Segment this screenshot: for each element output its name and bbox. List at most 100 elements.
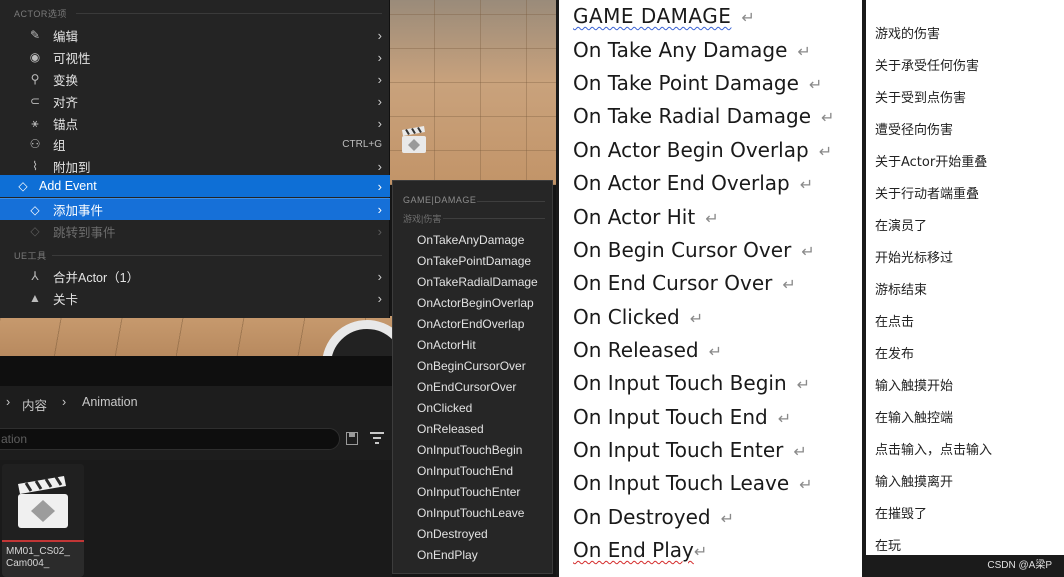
menu-item-label: 对齐 <box>53 95 79 110</box>
chevron-right-icon: › <box>377 27 382 43</box>
cn-item: 在发布 <box>875 347 915 362</box>
section-divider <box>477 201 545 202</box>
en-item: On End Play↵ <box>573 538 707 566</box>
return-icon: ↵ <box>793 442 807 461</box>
en-item: On Clicked ↵ <box>573 305 703 333</box>
level-sequence-icon[interactable] <box>398 124 430 156</box>
chevron-right-icon: › <box>6 395 11 409</box>
return-icon: ↵ <box>720 509 735 528</box>
submenu-item-on-end-play[interactable]: OnEndPlay <box>417 548 478 566</box>
level-viewport[interactable] <box>388 0 557 185</box>
save-icon[interactable] <box>346 432 358 445</box>
menu-item-transform[interactable]: ⚲ 变换 › <box>0 68 390 90</box>
submenu-item-on-end-cursor-over[interactable]: OnEndCursorOver <box>417 380 516 398</box>
submenu-item-on-begin-cursor-over[interactable]: OnBeginCursorOver <box>417 359 526 377</box>
submenu-item-on-take-point-damage[interactable]: OnTakePointDamage <box>417 254 531 272</box>
en-item-text: On Released <box>573 338 699 362</box>
return-icon: ↵ <box>821 108 835 127</box>
submenu-item-on-destroyed[interactable]: OnDestroyed <box>417 527 488 545</box>
return-icon: ↵ <box>799 475 813 494</box>
cn-item: 在演员了 <box>875 219 928 234</box>
menu-item-attach-to[interactable]: ⌇ 附加到 › <box>0 155 390 177</box>
menu-item-group[interactable]: ⚇ 组 CTRL+G <box>0 133 390 155</box>
cn-item: 开始光标移过 <box>875 251 954 266</box>
chevron-right-icon: › <box>62 395 67 409</box>
chevron-right-icon: › <box>377 71 382 87</box>
search-input[interactable]: ation <box>0 428 340 450</box>
menu-item-pivot[interactable]: ⚹ 锚点 › <box>0 112 390 134</box>
return-icon: ↵ <box>818 142 833 161</box>
menu-item-edit[interactable]: ✎ 编辑 › <box>0 24 390 46</box>
filter-icon[interactable] <box>370 432 384 444</box>
en-item-text: On End Cursor Over <box>573 271 773 295</box>
chevron-right-icon: › <box>377 115 382 131</box>
eye-icon: ◉ <box>29 50 41 64</box>
submenu-item-on-actor-begin-overlap[interactable]: OnActorBeginOverlap <box>417 296 534 314</box>
submenu-item-on-take-radial-damage[interactable]: OnTakeRadialDamage <box>417 275 538 293</box>
event-icon: ◇ <box>30 202 40 217</box>
return-icon: ↵ <box>689 309 704 328</box>
menu-item-merge-actors[interactable]: ⅄ 合并Actor（1） › <box>0 265 390 287</box>
en-item-text: On Take Any Damage <box>573 38 788 62</box>
submenu-item-on-input-touch-leave[interactable]: OnInputTouchLeave <box>417 506 524 524</box>
cn-item: 遭受径向伤害 <box>875 123 954 138</box>
return-icon: ↵ <box>799 175 814 194</box>
submenu-item-on-actor-hit[interactable]: OnActorHit <box>417 338 476 356</box>
asset-type-bar <box>2 540 84 542</box>
chevron-right-icon: › <box>377 202 382 217</box>
breadcrumb-item-animation[interactable]: Animation <box>82 395 138 409</box>
submenu-item-on-input-touch-end[interactable]: OnInputTouchEnd <box>417 464 513 482</box>
chevron-right-icon: › <box>377 158 382 174</box>
content-browser-assets: MM01_CS02_ Cam004_ <box>0 460 392 577</box>
merge-icon: ⅄ <box>31 269 39 283</box>
section-divider <box>76 13 382 14</box>
submenu-item-on-actor-end-overlap[interactable]: OnActorEndOverlap <box>417 317 524 335</box>
menu-item-add-event-en[interactable]: ◇ Add Event › <box>0 175 390 197</box>
menu-item-label: 关卡 <box>53 292 79 307</box>
viewport-bottom-bar <box>0 356 392 386</box>
return-icon: ↵ <box>808 75 823 94</box>
level-sequence-icon <box>18 476 68 528</box>
breadcrumb: › 内容 › Animation <box>0 386 392 418</box>
breadcrumb-item-content[interactable]: 内容 <box>22 395 47 414</box>
en-item-text: On Input Touch Leave <box>573 471 790 495</box>
chevron-right-icon: › <box>377 93 382 109</box>
en-item-text: On Actor Begin Overlap <box>573 138 809 162</box>
cn-item: 输入触摸离开 <box>875 475 954 490</box>
unreal-editor-panel: ACTOR选项 ✎ 编辑 › ◉ 可视性 › ⚲ 变换 › ⊂ 对齐 › ⚹ 锚… <box>0 0 557 577</box>
submenu-item-on-input-touch-begin[interactable]: OnInputTouchBegin <box>417 443 522 461</box>
submenu-item-on-released[interactable]: OnReleased <box>417 422 484 440</box>
en-title: GAME DAMAGE ↵ <box>573 4 755 32</box>
english-translation-panel: GAME DAMAGE ↵ On Take Any Damage ↵ On Take… <box>559 0 862 577</box>
cn-item: 在输入触控端 <box>875 411 954 426</box>
asset-tile[interactable]: MM01_CS02_ Cam004_ <box>2 464 84 577</box>
cn-item: 在点击 <box>875 315 915 330</box>
submenu-item-on-take-any-damage[interactable]: OnTakeAnyDamage <box>417 233 524 251</box>
menu-item-snap[interactable]: ⊂ 对齐 › <box>0 90 390 112</box>
submenu-item-on-input-touch-enter[interactable]: OnInputTouchEnter <box>417 485 520 503</box>
menu-item-visibility[interactable]: ◉ 可视性 › <box>0 46 390 68</box>
en-item-text: On Begin Cursor Over <box>573 238 792 262</box>
submenu-item-on-clicked[interactable]: OnClicked <box>417 401 472 419</box>
menu-item-label: 添加事件 <box>53 204 104 218</box>
menu-item-jump-to-event[interactable]: ◇ 跳转到事件 › <box>0 220 390 242</box>
menu-item-label: 合并Actor（1） <box>53 270 140 285</box>
chevron-right-icon: › <box>377 290 382 306</box>
cn-item: 游戏的伤害 <box>875 27 941 42</box>
level-viewport-lower[interactable] <box>0 316 412 410</box>
return-icon: ↵ <box>693 542 708 561</box>
chevron-right-icon: › <box>377 49 382 65</box>
cn-item: 关于受到点伤害 <box>875 91 967 106</box>
en-item: On Input Touch End ↵ <box>573 405 791 433</box>
menu-item-add-event[interactable]: ◇ 添加事件 › <box>0 198 390 220</box>
menu-item-level[interactable]: ▲ 关卡 › <box>0 287 390 309</box>
en-item: On Destroyed ↵ <box>573 505 734 533</box>
pencil-icon: ✎ <box>29 28 41 42</box>
attach-icon: ⌇ <box>32 159 38 173</box>
en-item-text: On Actor End Overlap <box>573 171 790 195</box>
cn-item: 在摧毁了 <box>875 507 928 522</box>
en-item-text: On Clicked <box>573 305 680 329</box>
en-item-text: On Take Point Damage <box>573 71 799 95</box>
en-item: On Actor Begin Overlap ↵ <box>573 138 832 166</box>
section-divider <box>443 218 545 219</box>
